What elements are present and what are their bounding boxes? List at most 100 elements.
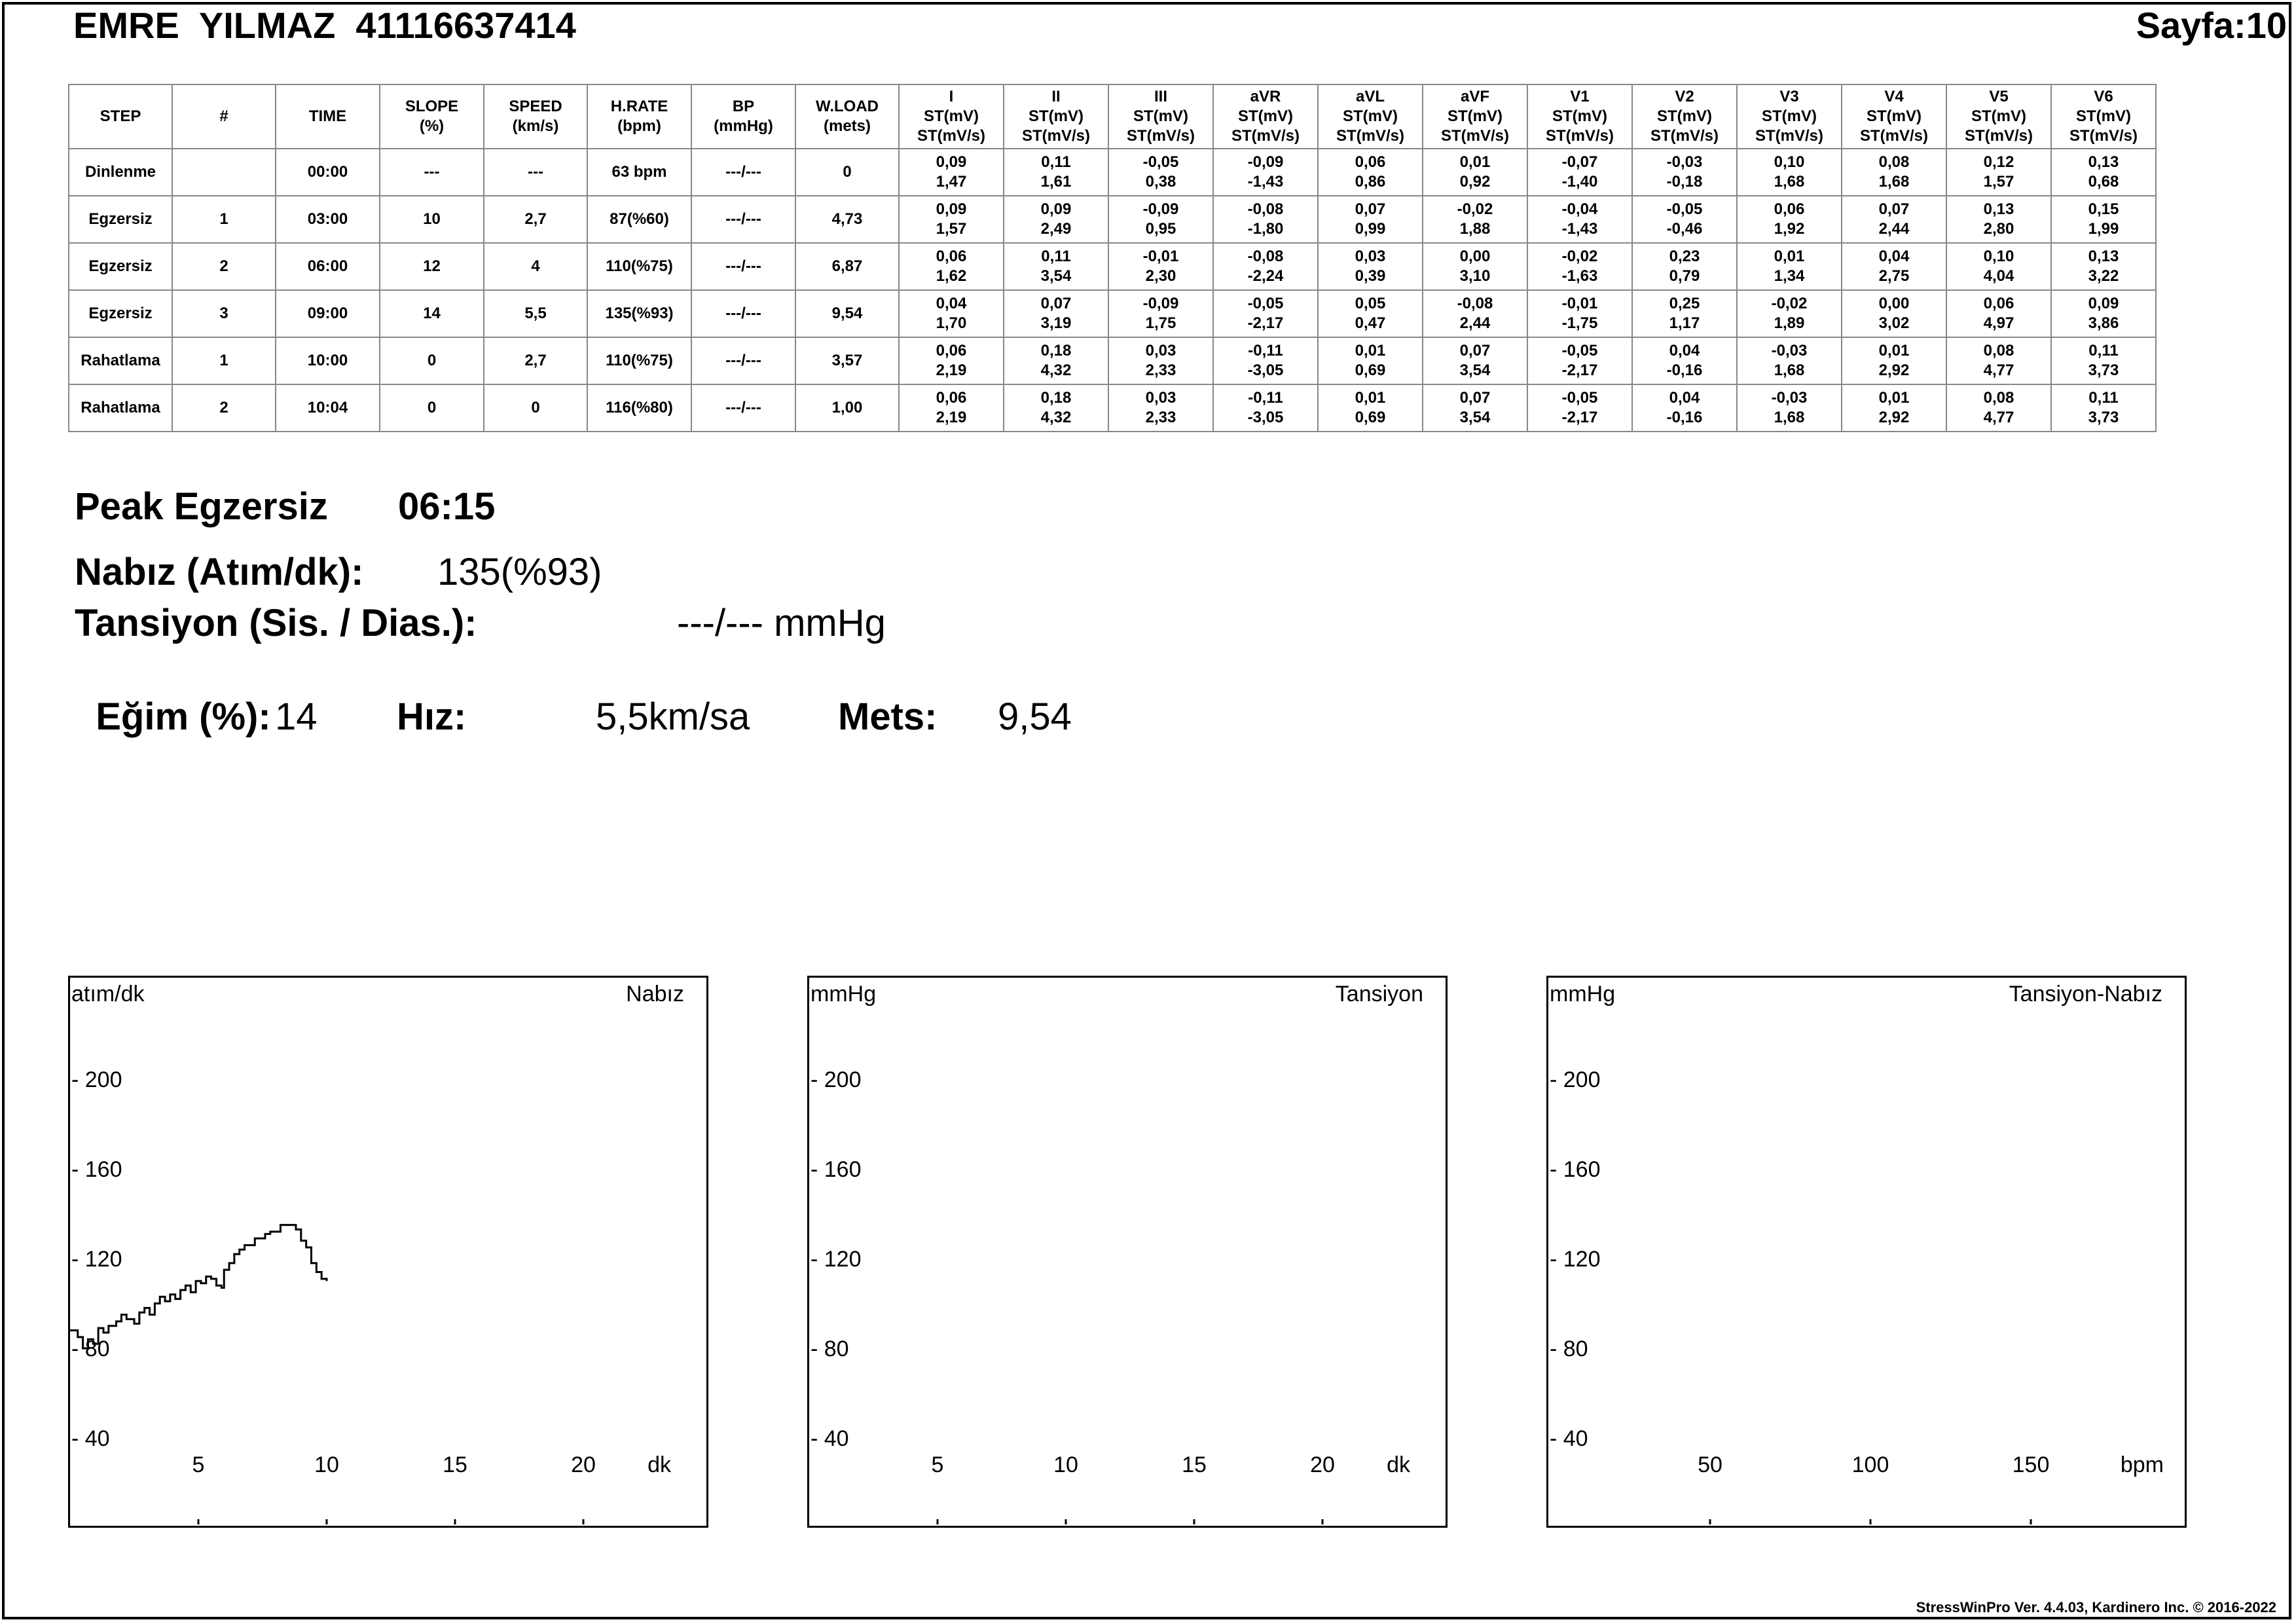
cell-st-v4: 0,01 2,92 [1841, 384, 1947, 432]
cell-wload: 1,00 [795, 384, 900, 432]
cell-hrate: 135(%93) [587, 289, 692, 338]
cell-st-v3: 0,01 1,34 [1736, 242, 1842, 291]
cell-num: 1 [172, 337, 276, 385]
cell-time: 10:04 [275, 384, 380, 432]
header-lead-v3: V3 ST(mV) ST(mV/s) [1736, 84, 1842, 149]
page-number: Sayfa:10 [2136, 5, 2287, 46]
table-row: Egzersiz 3 09:00 14 5,5 135(%93) ---/--- 9,54 0,… [68, 289, 2157, 338]
xtick-label: 5 [932, 1452, 944, 1477]
ytick-label: - 200 [1550, 1067, 1601, 1092]
table-row: Egzersiz 1 03:00 10 2,7 87(%60) ---/--- 4,73 0,0… [68, 195, 2157, 244]
cell-step: Dinlenme [68, 148, 173, 196]
bp-line: Tansiyon (Sis. / Dias.): ---/--- mmHg [75, 601, 886, 645]
ytick-label: - 80 [811, 1337, 849, 1361]
bp-label: Tansiyon (Sis. / Dias.): [75, 602, 477, 644]
cell-st-v1: -0,04 -1,43 [1527, 195, 1633, 244]
cell-st-ii: 0,09 2,49 [1003, 195, 1109, 244]
cell-wload: 3,57 [795, 337, 900, 385]
xtick-label: 15 [1182, 1452, 1207, 1477]
cell-st-iii: -0,09 1,75 [1108, 289, 1214, 338]
cell-slope: 14 [379, 289, 484, 338]
cell-st-iii: 0,03 2,33 [1108, 337, 1214, 385]
pulse-value: 135(%93) [437, 551, 602, 593]
cell-st-avr: -0,05 -2,17 [1212, 289, 1319, 338]
cell-speed: 2,7 [483, 195, 588, 244]
cell-speed: 2,7 [483, 337, 588, 385]
cell-st-v6: 0,11 3,73 [2050, 384, 2157, 432]
cell-st-i: 0,06 1,62 [898, 242, 1004, 291]
ytick-label: - 120 [71, 1247, 122, 1272]
cell-step: Egzersiz [68, 242, 173, 291]
cell-num: 2 [172, 242, 276, 291]
xtick-label: 100 [1852, 1452, 1889, 1477]
cell-st-i: 0,09 1,57 [898, 195, 1004, 244]
pulse-series-line [70, 1224, 328, 1350]
cell-st-v5: 0,08 4,77 [1946, 337, 2052, 385]
cell-st-v6: 0,15 1,99 [2050, 195, 2157, 244]
header-num: # [172, 84, 276, 149]
cell-speed: 5,5 [483, 289, 588, 338]
x-axis-label: bpm [2121, 1452, 2164, 1477]
peak-label: Peak Egzersiz [75, 485, 328, 528]
cell-st-v1: -0,05 -2,17 [1527, 384, 1633, 432]
cell-st-avf: -0,08 2,44 [1422, 289, 1528, 338]
cell-num: 1 [172, 195, 276, 244]
cell-st-v5: 0,10 4,04 [1946, 242, 2052, 291]
table-row: Egzersiz 2 06:00 12 4 110(%75) ---/--- 6,87 0,06… [68, 242, 2157, 291]
cell-bp: ---/--- [691, 289, 796, 338]
cell-st-ii: 0,18 4,32 [1003, 384, 1109, 432]
x-axis-label: dk [1387, 1452, 1411, 1477]
header-step: STEP [68, 84, 173, 149]
cell-st-avr: -0,09 -1,43 [1212, 148, 1319, 196]
peak-line: Peak Egzersiz 06:15 [75, 485, 495, 528]
cell-st-v2: 0,25 1,17 [1631, 289, 1738, 338]
pulse-label: Nabız (Atım/dk): [75, 551, 364, 593]
header-lead-avf: aVF ST(mV) ST(mV/s) [1422, 84, 1528, 149]
header-slope: SLOPE (%) [379, 84, 484, 149]
cell-st-avr: -0,08 -2,24 [1212, 242, 1319, 291]
cell-hrate: 110(%75) [587, 242, 692, 291]
cell-speed: 0 [483, 384, 588, 432]
header-lead-v2: V2 ST(mV) ST(mV/s) [1631, 84, 1738, 149]
ytick-label: - 200 [71, 1067, 122, 1092]
cell-st-v6: 0,09 3,86 [2050, 289, 2157, 338]
cell-bp: ---/--- [691, 242, 796, 291]
header-lead-ii: II ST(mV) ST(mV/s) [1003, 84, 1109, 149]
cell-st-v4: 0,08 1,68 [1841, 148, 1947, 196]
cell-st-v2: -0,03 -0,18 [1631, 148, 1738, 196]
cell-step: Rahatlama [68, 337, 173, 385]
cell-st-avl: 0,01 0,69 [1317, 337, 1423, 385]
cell-st-v2: 0,23 0,79 [1631, 242, 1738, 291]
header-lead-v1: V1 ST(mV) ST(mV/s) [1527, 84, 1633, 149]
cell-st-v5: 0,12 1,57 [1946, 148, 2052, 196]
cell-st-avr: -0,11 -3,05 [1212, 337, 1319, 385]
header-lead-v4: V4 ST(mV) ST(mV/s) [1841, 84, 1947, 149]
ytick-label: - 80 [1550, 1337, 1588, 1361]
header-wload: W.LOAD (mets) [795, 84, 900, 149]
speed-value: 5,5km/sa [596, 695, 750, 738]
cell-st-v1: -0,05 -2,17 [1527, 337, 1633, 385]
chart-pulse-svg: - 200- 160- 120- 80- 405 10 15 20 dk [70, 1067, 672, 1524]
cell-wload: 0 [795, 148, 900, 196]
header-lead-v6: V6 ST(mV) ST(mV/s) [2050, 84, 2157, 149]
cell-st-i: 0,09 1,47 [898, 148, 1004, 196]
cell-slope: 10 [379, 195, 484, 244]
xtick-label: 20 [1310, 1452, 1335, 1477]
table-header-row: STEP # TIME SLOPE (%) SPEED (km/s) H.RATE(… [68, 84, 2157, 149]
pulse-line: Nabız (Atım/dk): 135(%93) [75, 550, 602, 594]
cell-st-v1: -0,02 -1,63 [1527, 242, 1633, 291]
cell-st-i: 0,06 2,19 [898, 337, 1004, 385]
ytick-label: - 40 [71, 1426, 110, 1451]
cell-st-v1: -0,07 -1,40 [1527, 148, 1633, 196]
cell-slope: 0 [379, 384, 484, 432]
cell-st-avr: -0,11 -3,05 [1212, 384, 1319, 432]
table-row: Rahatlama 2 10:04 0 0 116(%80) ---/--- 1,00 0,06… [68, 384, 2157, 432]
cell-st-v4: 0,07 2,44 [1841, 195, 1947, 244]
cell-st-v3: -0,02 1,89 [1736, 289, 1842, 338]
peak-time: 06:15 [398, 485, 496, 528]
cell-st-v6: 0,11 3,73 [2050, 337, 2157, 385]
header-bp: BP (mmHg) [691, 84, 796, 149]
slope-label: Eğim (%): [96, 695, 271, 738]
cell-step: Rahatlama [68, 384, 173, 432]
header-lead-i: I ST(mV) ST(mV/s) [898, 84, 1004, 149]
